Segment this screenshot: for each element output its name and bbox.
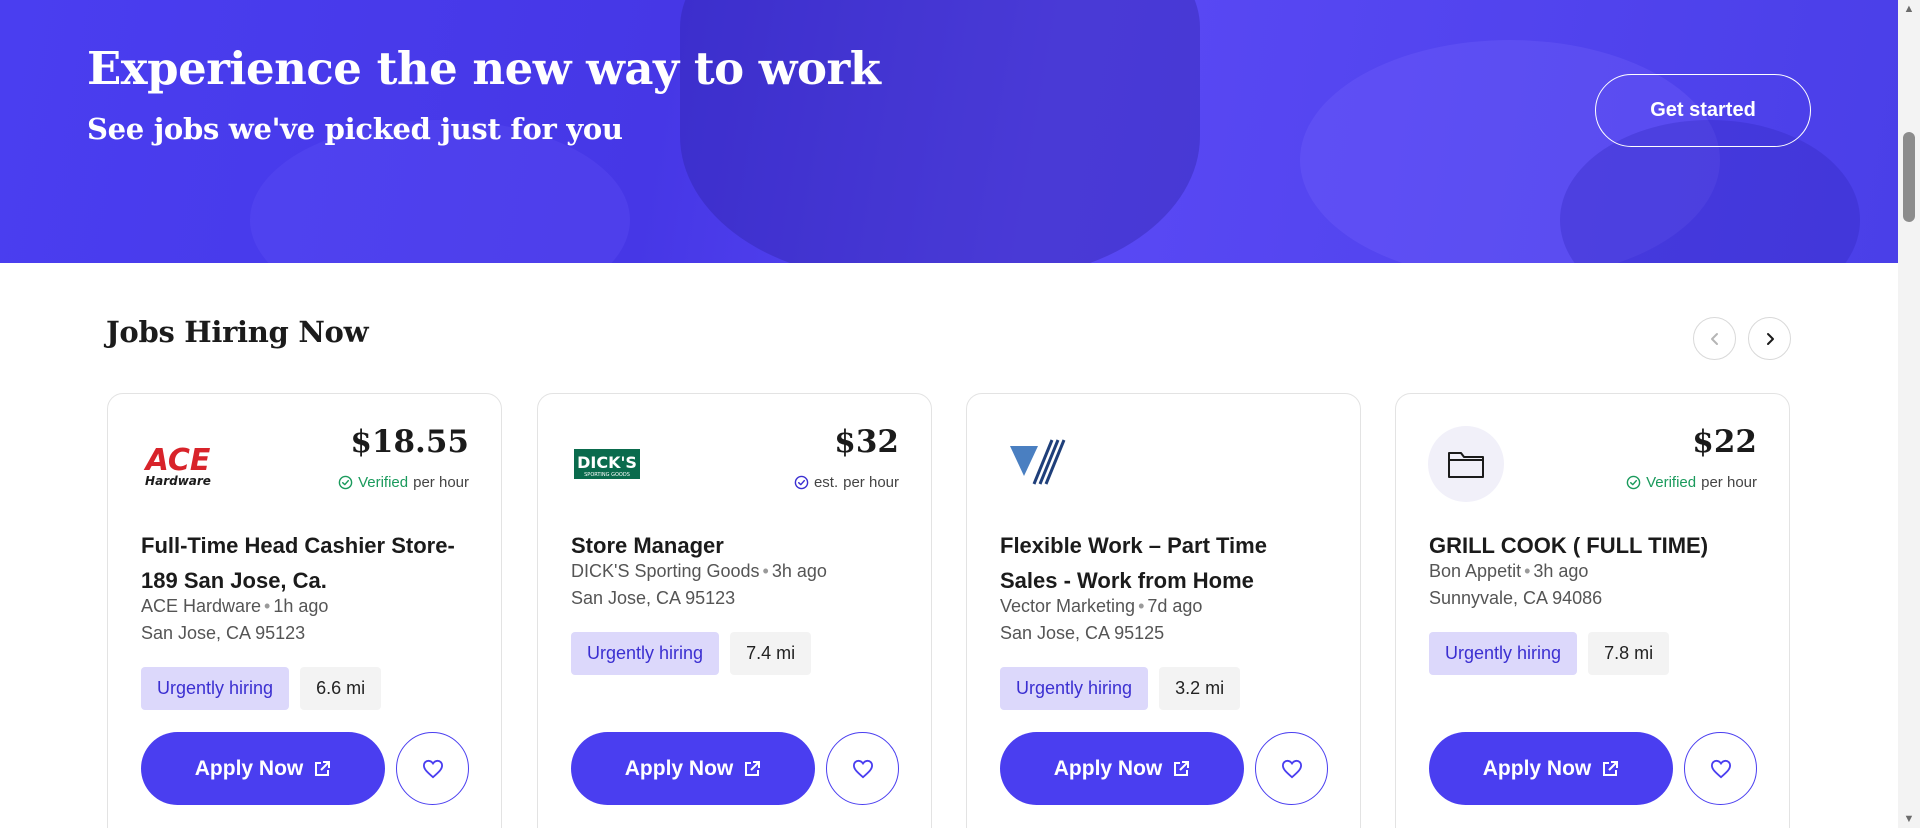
company-name: ACE Hardware	[141, 596, 262, 616]
carousel-prev-button[interactable]	[1693, 317, 1736, 360]
posted-time: 7d ago	[1147, 596, 1203, 616]
save-job-button[interactable]	[396, 732, 469, 805]
pay-detail: Verified per hour	[338, 474, 469, 491]
distance-tag: 3.2 mi	[1159, 667, 1241, 710]
scroll-down-arrow-icon[interactable]: ▼	[1903, 814, 1915, 825]
pay-unit: per hour	[413, 474, 469, 491]
company-name: Bon Appetit	[1429, 561, 1522, 581]
job-location: San Jose, CA 95125	[1000, 623, 1165, 643]
tag-list: Urgently hiring 7.8 mi	[1429, 632, 1670, 675]
dicks-sporting-goods-logo: DICK'S SPORTING GOODS	[574, 449, 640, 479]
external-link-icon	[315, 760, 331, 776]
job-card[interactable]: ACE Hardware $18.55 Verified per hour Fu…	[107, 393, 502, 828]
apply-now-label: Apply Now	[194, 756, 304, 780]
company-logo: ACE Hardware	[140, 426, 216, 502]
posted-time: 1h ago	[273, 596, 329, 616]
tag-list: Urgently hiring 6.6 mi	[141, 667, 382, 710]
apply-now-label: Apply Now	[1053, 756, 1163, 780]
chevron-right-icon	[1766, 332, 1774, 345]
verified-check-icon	[1626, 475, 1641, 490]
pay-detail: est. per hour	[794, 474, 899, 491]
hero-subtitle: See jobs we've picked just for you	[87, 112, 623, 146]
external-link-icon	[1174, 760, 1190, 776]
distance-tag: 6.6 mi	[300, 667, 382, 710]
job-location: San Jose, CA 95123	[571, 588, 736, 608]
company-name: Vector Marketing	[1000, 596, 1136, 616]
company-logo: DICK'S SPORTING GOODS	[570, 426, 646, 502]
carousel-next-button[interactable]	[1748, 317, 1791, 360]
pay-status: est.	[813, 474, 839, 491]
hero-background-shape	[680, 0, 1200, 263]
pay-status: Verified	[358, 474, 409, 491]
posted-time: 3h ago	[1533, 561, 1589, 581]
job-card[interactable]: Flexible Work – Part Time Sales - Work f…	[966, 393, 1361, 828]
tag-list: Urgently hiring 3.2 mi	[1000, 667, 1241, 710]
company-line: Bon Appetit • 3h ago	[1429, 561, 1589, 581]
folder-icon	[1448, 452, 1484, 478]
heart-icon	[422, 759, 443, 778]
company-line: DICK'S Sporting Goods • 3h ago	[571, 561, 827, 581]
pay-amount: $18.55	[350, 424, 469, 460]
save-job-button[interactable]	[1255, 732, 1328, 805]
distance-tag: 7.4 mi	[730, 632, 812, 675]
company-logo	[1428, 426, 1504, 502]
job-card[interactable]: $22 Verified per hour GRILL COOK ( FULL …	[1395, 393, 1790, 828]
heart-icon	[1710, 759, 1731, 778]
svg-text:Hardware: Hardware	[145, 474, 211, 488]
pay-status: Verified	[1646, 474, 1697, 491]
apply-now-label: Apply Now	[624, 756, 734, 780]
scroll-up-arrow-icon[interactable]: ▲	[1903, 4, 1915, 15]
urgently-hiring-tag: Urgently hiring	[141, 667, 290, 710]
hero-banner: Experience the new way to work See jobs …	[0, 0, 1898, 263]
distance-tag: 7.8 mi	[1588, 632, 1670, 675]
save-job-button[interactable]	[1684, 732, 1757, 805]
apply-now-label: Apply Now	[1482, 756, 1592, 780]
get-started-button[interactable]: Get started	[1595, 74, 1811, 147]
external-link-icon	[745, 760, 761, 776]
pay-unit: per hour	[843, 474, 899, 491]
estimated-check-icon	[794, 475, 809, 490]
pay-amount: $22	[1692, 424, 1757, 460]
urgently-hiring-tag: Urgently hiring	[1000, 667, 1149, 710]
hero-title: Experience the new way to work	[87, 42, 881, 95]
urgently-hiring-tag: Urgently hiring	[1429, 632, 1578, 675]
job-title[interactable]: Full-Time Head Cashier Store-189 San Jos…	[141, 528, 471, 598]
company-line: Vector Marketing • 7d ago	[1000, 596, 1203, 616]
job-location: San Jose, CA 95123	[141, 623, 306, 643]
section-title: Jobs Hiring Now	[106, 315, 369, 349]
pay-detail: Verified per hour	[1626, 474, 1757, 491]
heart-icon	[852, 759, 873, 778]
apply-now-button[interactable]: Apply Now	[571, 732, 815, 805]
heart-icon	[1281, 759, 1302, 778]
company-line: ACE Hardware • 1h ago	[141, 596, 329, 616]
job-title[interactable]: Flexible Work – Part Time Sales - Work f…	[1000, 528, 1330, 598]
apply-now-button[interactable]: Apply Now	[1429, 732, 1673, 805]
svg-text:ACE: ACE	[144, 443, 211, 478]
apply-now-button[interactable]: Apply Now	[1000, 732, 1244, 805]
posted-time: 3h ago	[771, 561, 827, 581]
svg-text:DICK'S: DICK'S	[577, 453, 637, 472]
vector-marketing-logo	[1010, 439, 1066, 485]
tag-list: Urgently hiring 7.4 mi	[571, 632, 812, 675]
save-job-button[interactable]	[826, 732, 899, 805]
apply-now-button[interactable]: Apply Now	[141, 732, 385, 805]
company-logo	[999, 426, 1075, 502]
company-name: DICK'S Sporting Goods	[571, 561, 760, 581]
scrollbar-thumb[interactable]	[1903, 132, 1915, 222]
verified-check-icon	[338, 475, 353, 490]
urgently-hiring-tag: Urgently hiring	[571, 632, 720, 675]
page-scrollbar[interactable]: ▲ ▼	[1898, 0, 1920, 828]
ace-hardware-logo: ACE Hardware	[144, 443, 211, 488]
svg-text:SPORTING GOODS: SPORTING GOODS	[584, 472, 630, 478]
job-location: Sunnyvale, CA 94086	[1429, 588, 1603, 608]
external-link-icon	[1603, 760, 1619, 776]
pay-amount: $32	[834, 424, 899, 460]
chevron-left-icon	[1710, 332, 1718, 345]
job-card[interactable]: DICK'S SPORTING GOODS $32 est. per hour …	[537, 393, 932, 828]
pay-unit: per hour	[1701, 474, 1757, 491]
